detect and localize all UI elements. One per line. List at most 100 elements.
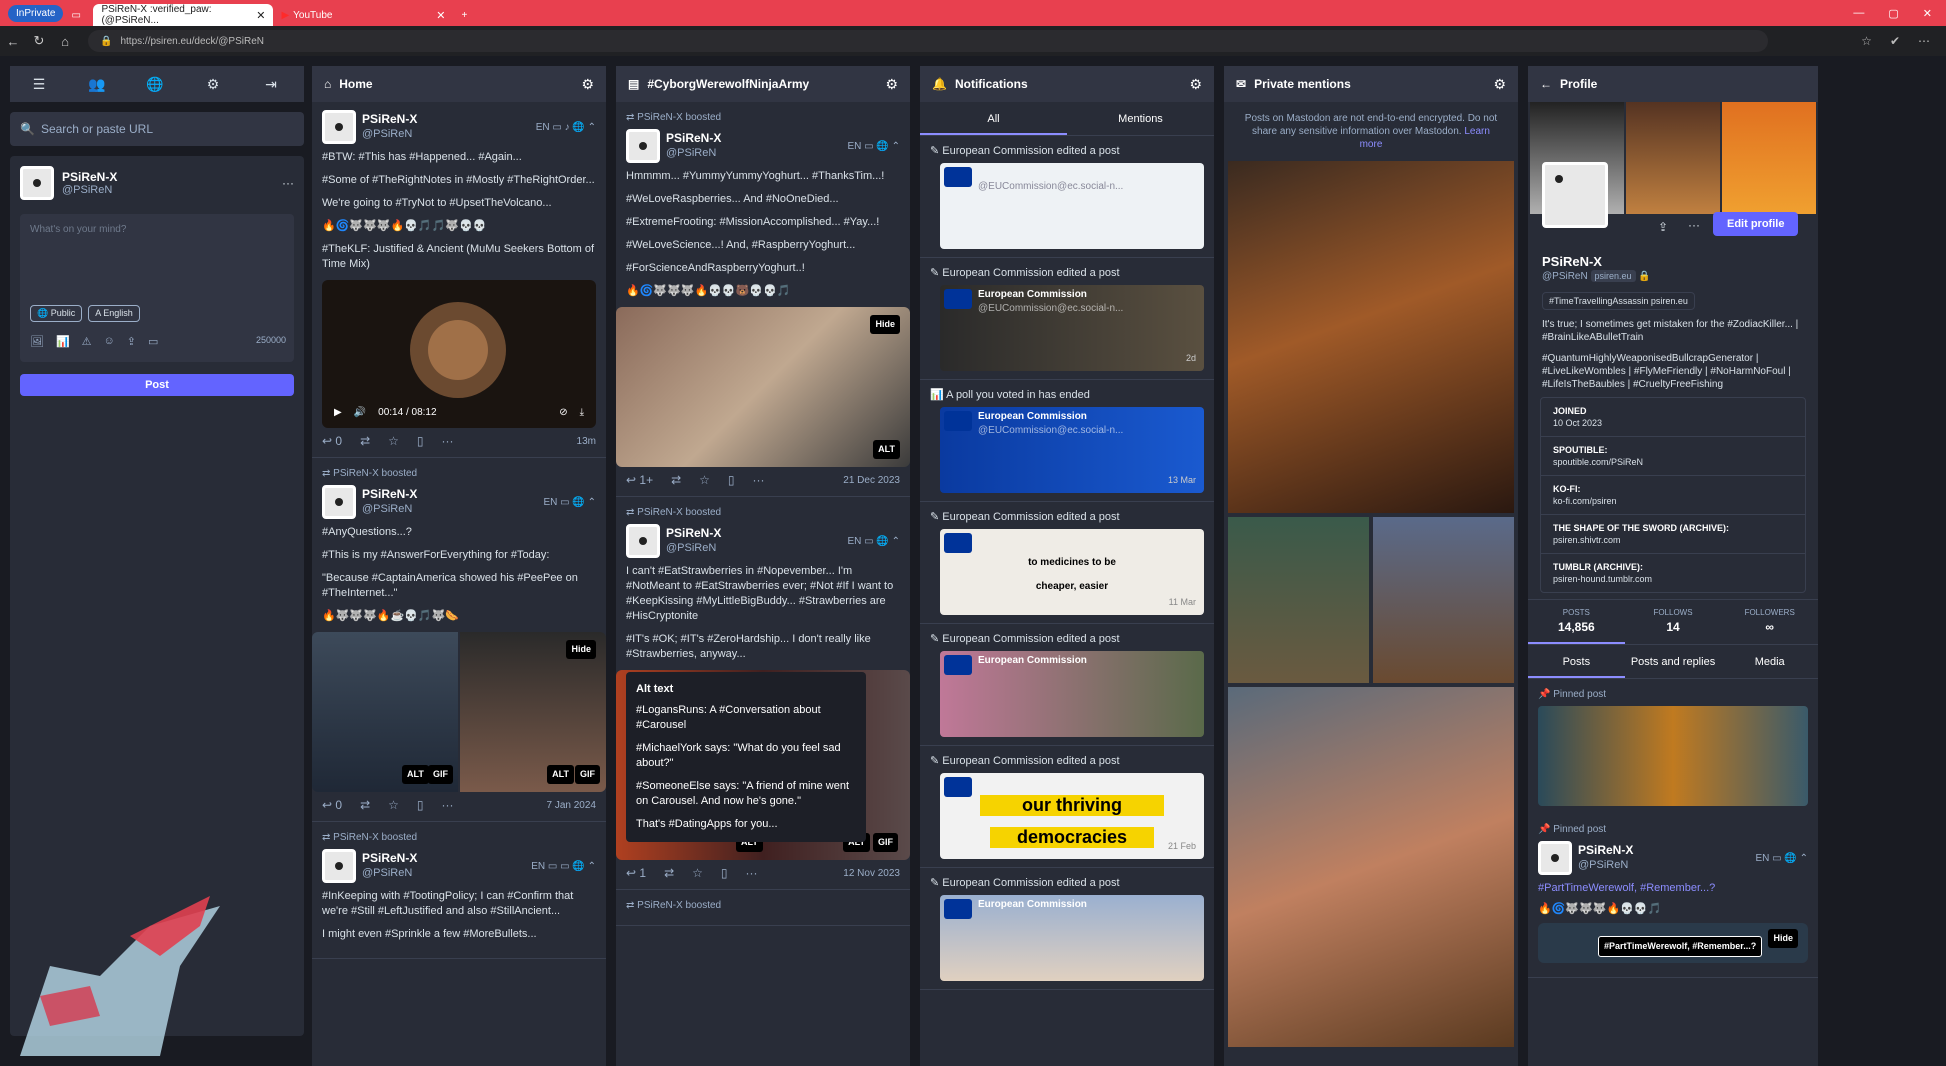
avatar[interactable] [322, 110, 356, 144]
settings-icon[interactable]: ⚙ [1189, 76, 1202, 93]
column-title[interactable]: Notifications [955, 77, 1028, 91]
maximize-icon[interactable]: ▢ [1888, 7, 1898, 20]
tab-posts[interactable]: Posts [1528, 645, 1625, 678]
minimize-icon[interactable]: — [1853, 7, 1864, 20]
notification[interactable]: 📊 A poll you voted in has ended European … [920, 380, 1214, 502]
image-wolf-man[interactable] [1228, 687, 1514, 1047]
more-icon[interactable]: ··· [282, 176, 294, 190]
back-icon[interactable]: ← [1540, 77, 1552, 91]
favourite-icon[interactable]: ☆ [388, 434, 399, 449]
image-captain[interactable]: ALT GIF [312, 632, 458, 792]
avatar[interactable] [322, 485, 356, 519]
image-pirate[interactable] [1228, 161, 1514, 513]
column-title[interactable]: Profile [1560, 77, 1597, 91]
settings-icon[interactable]: ⚙ [581, 76, 594, 93]
warning-icon[interactable]: ⚠ [82, 335, 92, 348]
share-icon[interactable]: ⇪ [1658, 220, 1668, 234]
status-card[interactable]: European Commission @EUCommission@ec.soci… [940, 285, 1204, 371]
volume-icon[interactable]: 🔊 [354, 405, 366, 420]
notification[interactable]: ✎ European Commission edited a post our t… [920, 746, 1214, 868]
search-input[interactable]: 🔍 Search or paste URL [10, 112, 304, 146]
column-title[interactable]: #CyborgWerewolfNinjaArmy [647, 77, 809, 91]
media-gallery[interactable]: ALT GIF Hide ALT GIF [312, 632, 606, 792]
reply-icon[interactable]: ↩ 1+ [626, 473, 653, 488]
avatar[interactable] [322, 849, 356, 883]
play-icon[interactable]: ▶ [334, 405, 342, 420]
close-window-icon[interactable]: ✕ [1923, 7, 1932, 20]
timestamp[interactable]: 21 Dec 2023 [843, 473, 900, 488]
poll-icon[interactable]: 📊 [56, 335, 70, 348]
language-button[interactable]: A English [88, 305, 140, 322]
share-icon[interactable]: ⇪ [127, 335, 136, 348]
download-icon[interactable]: ⤓ [580, 405, 584, 420]
emoji-icon[interactable]: ☺ [104, 335, 115, 348]
status[interactable]: ⇄ PSiReN-X boosted PSiReN-X @PSiReN EN ▭ 🌐… [312, 458, 606, 822]
status-card[interactable]: European Commission @EUCommission@ec.soci… [940, 407, 1204, 493]
settings-icon[interactable]: ⋯ [1918, 34, 1930, 48]
notification[interactable]: ✎ European Commission edited a post Europ… [920, 624, 1214, 746]
profile-avatar[interactable] [1542, 162, 1608, 228]
notification[interactable]: ✎ European Commission edited a post @EUCo… [920, 136, 1214, 258]
people-icon[interactable]: 👥 [68, 76, 126, 93]
favourite-icon[interactable]: ☆ [692, 866, 703, 881]
bookmark-icon[interactable]: ▯ [417, 798, 424, 813]
image-laughing[interactable]: Hide ALT GIF [460, 632, 606, 792]
field-value[interactable]: psiren-hound.tumblr.com [1553, 574, 1652, 584]
more-icon[interactable]: ··· [1688, 218, 1700, 232]
display-name[interactable]: PSiReN-X [666, 526, 721, 541]
timestamp[interactable]: 7 Jan 2024 [547, 798, 597, 813]
new-tab-icon[interactable]: + [453, 4, 483, 26]
timestamp[interactable]: 12 Nov 2023 [843, 866, 900, 881]
menu-icon[interactable]: ☰ [10, 76, 68, 93]
refresh-icon[interactable]: ↻ [26, 33, 52, 49]
display-name[interactable]: PSiReN-X [362, 487, 417, 502]
close-icon[interactable]: ✕ [256, 9, 265, 22]
globe-icon[interactable]: 🌐 [126, 76, 184, 93]
field-value[interactable]: spoutible.com/PSiReN [1553, 457, 1643, 467]
star-icon[interactable]: ☆ [1861, 34, 1872, 48]
bookmark-icon[interactable]: ▯ [721, 866, 728, 881]
notification[interactable]: ✎ European Commission edited a post to me… [920, 502, 1214, 624]
pinned-card[interactable] [1538, 706, 1808, 806]
tab-mastodon[interactable]: PSiReN-X :verified_paw: (@PSiReN... ✕ [93, 4, 274, 26]
display-name[interactable]: PSiReN-X [666, 131, 721, 146]
more-icon[interactable]: ··· [746, 866, 758, 881]
extension-icon[interactable]: ✔ [1890, 34, 1900, 48]
status-card[interactable]: to medicines to be cheaper, easier 11 Mar [940, 529, 1204, 615]
quote-icon[interactable]: ▭ [148, 335, 158, 348]
image-warrior-left[interactable] [1228, 517, 1369, 683]
settings-icon[interactable]: ⚙ [885, 76, 898, 93]
boost-icon[interactable]: ⇄ [671, 473, 681, 488]
favourite-icon[interactable]: ☆ [699, 473, 710, 488]
tab-actions-icon[interactable]: ▭ [63, 4, 93, 26]
image-yoghurt[interactable]: Hide ALT [616, 307, 910, 467]
column-title[interactable]: Private mentions [1254, 77, 1351, 91]
reply-icon[interactable]: ↩ 1 [626, 866, 646, 881]
visibility-button[interactable]: 🌐 Public [30, 305, 83, 322]
tab-media[interactable]: Media [1721, 645, 1818, 678]
timestamp[interactable]: 13m [577, 434, 596, 449]
display-name[interactable]: PSiReN-X [362, 112, 417, 127]
boost-icon[interactable]: ⇄ [664, 866, 674, 881]
image-icon[interactable]: 🖼 [30, 335, 44, 348]
stat-posts[interactable]: POSTS 14,856 [1528, 600, 1625, 644]
status[interactable]: ⇄ PSiReN-X boosted PSiReN-X @PSiReN EN ▭ 🌐… [616, 497, 910, 890]
bookmark-icon[interactable]: ▯ [728, 473, 735, 488]
more-icon[interactable]: ··· [753, 473, 765, 488]
stat-followers[interactable]: FOLLOWERS ∞ [1721, 600, 1818, 644]
back-icon[interactable]: ← [0, 34, 26, 49]
column-title[interactable]: Home [339, 77, 372, 91]
avatar[interactable] [626, 524, 660, 558]
status[interactable]: ⇄ PSiReN-X boosted PSiReN-X @PSiReN EN ▭ 🌐… [616, 102, 910, 497]
status-card[interactable]: European Commission [940, 651, 1204, 737]
pinned-post[interactable]: 📌 Pinned post PSiReN-X @PSiReN EN ▭ 🌐 ⌃ #P… [1528, 814, 1818, 978]
status[interactable]: PSiReN-X @PSiReN EN ▭ ♪ 🌐 ⌃ #BTW: #This ha… [312, 102, 606, 458]
favourite-icon[interactable]: ☆ [388, 798, 399, 813]
tab-youtube[interactable]: ▶ YouTube ✕ [273, 4, 453, 26]
video-player[interactable]: ▶ 🔊 00:14 / 08:12 ⊘ ⤓ [322, 280, 596, 428]
reply-icon[interactable]: ↩ 0 [322, 798, 342, 813]
notification[interactable]: ✎ European Commission edited a post Europ… [920, 258, 1214, 380]
tab-all[interactable]: All [920, 102, 1067, 135]
home-icon[interactable]: ⌂ [52, 34, 78, 49]
hide-icon[interactable]: ⊘ [559, 405, 567, 420]
